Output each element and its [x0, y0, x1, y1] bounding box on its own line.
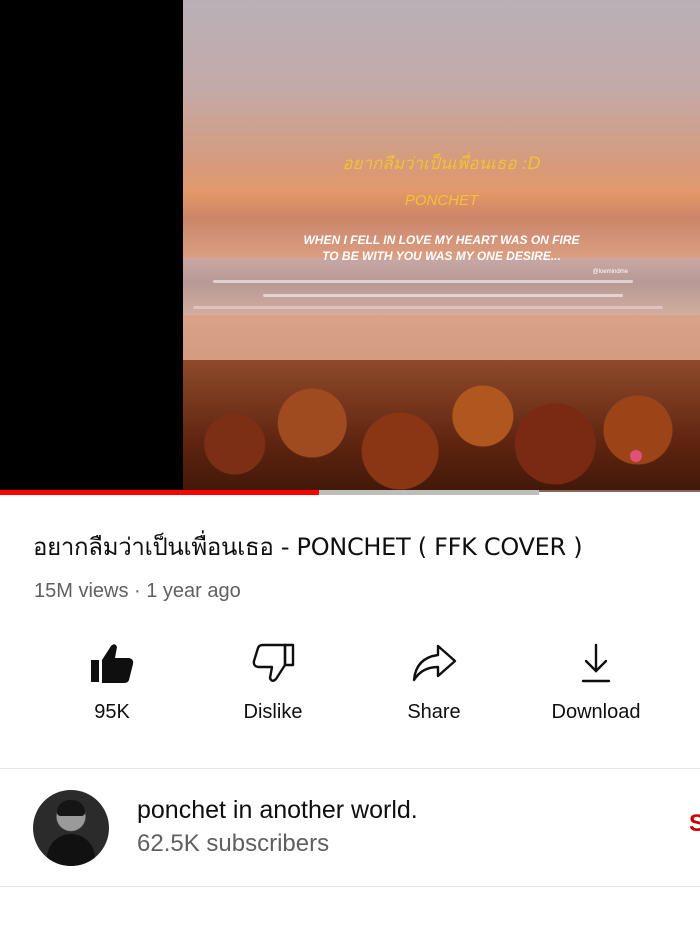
download-label: Download: [551, 701, 641, 723]
overlay-credit: @loemindme: [592, 269, 628, 275]
thumbs-down-icon: [248, 638, 298, 688]
overlay-lyrics-line: TO BE WITH YOU WAS MY ONE DESIRE...: [322, 249, 561, 263]
channel-avatar[interactable]: [33, 790, 109, 866]
subscriber-count: 62.5K subscribers: [137, 830, 330, 857]
video-flower: [630, 450, 642, 462]
overlay-lyrics: WHEN I FELL IN LOVE MY HEART WAS ON FIRE…: [183, 232, 700, 264]
share-label: Share: [407, 701, 461, 723]
download-button[interactable]: Download: [516, 638, 676, 738]
overlay-artist: PONCHET: [404, 192, 479, 209]
video-title[interactable]: อยากลืมว่าเป็นเพื่อนเธอ - PONCHET ( FFK …: [33, 532, 583, 562]
progress-fill: [0, 490, 319, 495]
progress-bar[interactable]: [0, 490, 700, 495]
share-button[interactable]: Share: [354, 638, 514, 738]
overlay-lyrics-line: WHEN I FELL IN LOVE MY HEART WAS ON FIRE: [303, 233, 580, 247]
dislike-button[interactable]: Dislike: [193, 638, 353, 738]
thumbs-up-filled-icon: [87, 638, 137, 688]
video-meta[interactable]: 15M views · 1 year ago: [34, 580, 241, 603]
divider: [0, 886, 700, 887]
dislike-label: Dislike: [243, 701, 303, 723]
avatar-hair: [57, 800, 85, 816]
video-wave: [263, 294, 623, 297]
subscribe-button[interactable]: S: [689, 810, 700, 838]
video-frame[interactable]: อยากลืมว่าเป็นเพื่อนเธอ :D PONCHET WHEN …: [183, 0, 700, 492]
avatar-body: [47, 834, 95, 866]
action-bar: 95K Dislike Share Download: [0, 638, 700, 738]
overlay-song-title: อยากลืมว่าเป็นเพื่อนเธอ :D: [342, 154, 541, 174]
video-wave: [193, 306, 663, 309]
download-icon: [571, 638, 621, 688]
channel-row[interactable]: ponchet in another world. 62.5K subscrib…: [0, 776, 700, 880]
video-sea: [183, 258, 700, 320]
divider: [0, 768, 700, 769]
channel-name[interactable]: ponchet in another world.: [137, 796, 418, 825]
like-button[interactable]: 95K: [32, 638, 192, 738]
share-icon: [409, 638, 459, 688]
video-bushes: [183, 360, 700, 492]
video-wave: [213, 280, 633, 283]
like-count: 95K: [94, 701, 130, 723]
video-player[interactable]: อยากลืมว่าเป็นเพื่อนเธอ :D PONCHET WHEN …: [0, 0, 700, 492]
